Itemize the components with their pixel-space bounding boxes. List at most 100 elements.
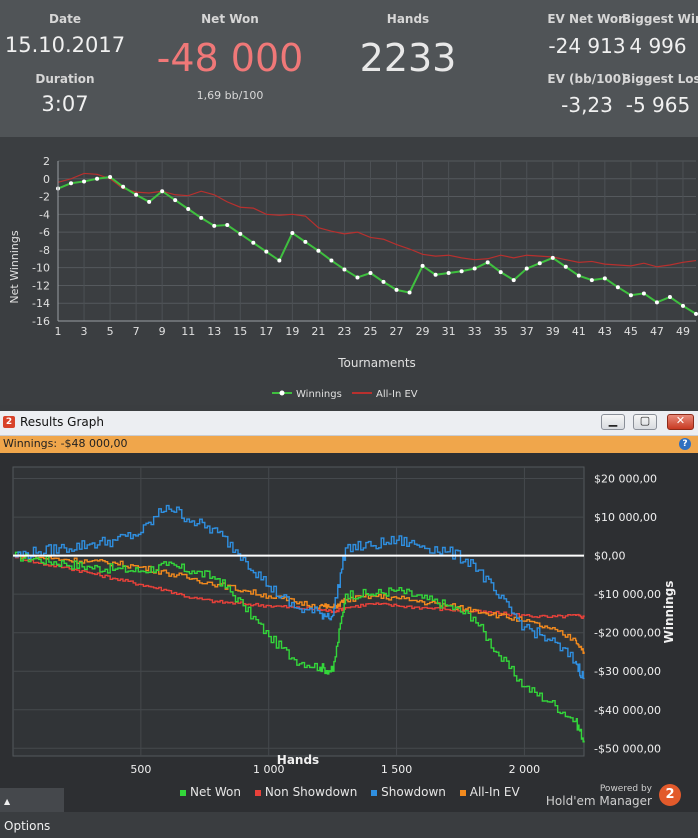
chart1-ylabel: Net Winnings: [8, 230, 21, 303]
chart1-point: [550, 255, 555, 260]
chart1-xtick: 9: [159, 325, 166, 338]
hm-logo-icon: 2: [659, 784, 681, 806]
chart2-ytick: -$20 000,00: [594, 627, 661, 640]
chart1-ytick: -14: [32, 297, 50, 310]
ev-bb100-label: EV (bb/100): [547, 72, 627, 86]
chart2-ylabel: Winnings: [662, 581, 676, 644]
chart1-xlabel: Tournaments: [337, 356, 416, 370]
chart1-xtick: 3: [81, 325, 88, 338]
chart1-point: [368, 271, 373, 275]
chart1-point: [251, 240, 256, 245]
powered-by: Powered by Hold'em Manager: [546, 784, 652, 808]
results-graph-titlebar[interactable]: 2 Results Graph ▁ ▢ ✕: [0, 411, 698, 436]
chart1-xtick: 25: [363, 325, 377, 338]
chart1-xtick: 31: [442, 325, 456, 338]
chart1-point: [316, 248, 321, 253]
chart1-xtick: 27: [390, 325, 404, 338]
chart2-xlabel: Hands: [277, 753, 319, 767]
chart1-point: [537, 261, 542, 266]
chart1-point: [303, 239, 308, 244]
chart1-point: [485, 260, 490, 265]
chart1-ytick: 2: [43, 155, 50, 168]
chart1-point: [160, 189, 165, 194]
legend-showdown[interactable]: Showdown: [381, 785, 446, 799]
net-won-value: -48 000: [156, 36, 304, 80]
chart1-point: [238, 231, 243, 236]
chart2-xtick: 500: [130, 763, 151, 776]
options-button[interactable]: ▲ Options: [0, 788, 64, 833]
chart1-point: [381, 279, 386, 284]
chart1-point: [407, 290, 412, 295]
chart1-point: [576, 273, 581, 278]
chart1-point: [420, 263, 425, 268]
chart2-ytick: $10 000,00: [594, 511, 657, 524]
chart2-ytick: $20 000,00: [594, 473, 657, 486]
chart1-ytick: -8: [39, 244, 50, 257]
ev-net-won-label: EV Net Won: [547, 12, 627, 26]
chart1-point: [680, 303, 685, 308]
chart1-xtick: 1: [55, 325, 62, 338]
chart1-xtick: 11: [181, 325, 195, 338]
chart1-point: [394, 287, 399, 292]
chart1-point: [511, 278, 516, 283]
chart1-point: [329, 258, 334, 263]
legend-non-showdown[interactable]: Non Showdown: [265, 785, 358, 799]
chart1-point: [472, 266, 477, 271]
chart1-xtick: 21: [311, 325, 325, 338]
legend-net-won[interactable]: Net Won: [190, 785, 241, 799]
chart1-xtick: 35: [494, 325, 508, 338]
chart1-point: [290, 231, 295, 235]
chart1-xtick: 7: [133, 325, 140, 338]
date-label: Date: [49, 12, 81, 26]
chart1-xtick: 13: [207, 325, 221, 338]
legend-all-in-ev-2[interactable]: All-In EV: [470, 785, 520, 799]
powered-by-text: Powered by: [599, 784, 652, 794]
tournament-chart-panel: 2 0 -2 -4 -6 -8 -10 -12 -14 -16 1 3 5 7 9 11 13 15 17 19 21 2…: [0, 137, 698, 405]
hm-app-icon: 2: [3, 416, 15, 428]
chart1-point: [225, 223, 230, 227]
chart1-xtick: 5: [107, 325, 114, 338]
results-graph-window: 2 Results Graph ▁ ▢ ✕ Winnings: -$48 000…: [0, 411, 698, 833]
chart2-ytick: $0,00: [594, 550, 626, 563]
minimize-button[interactable]: ▁: [601, 414, 625, 430]
duration-label: Duration: [35, 72, 95, 86]
all-in-ev-swatch: [459, 790, 466, 796]
chart1-xtick: 47: [650, 325, 664, 338]
chart1-point: [173, 198, 178, 203]
tournament-chart: 20-2-4-6-8-10-12-14-161 3 5 7 9 11 13 15 17 19 21 2…: [8, 155, 698, 400]
chart1-ytick: -4: [39, 208, 50, 221]
chart1-point: [667, 295, 672, 299]
chart1-point: [186, 207, 191, 211]
ev-bb100-value: -3,23: [561, 93, 613, 117]
chart1-xtick: 19: [285, 325, 299, 338]
chart1-point: [108, 175, 113, 179]
brand-name: Hold'em Manager: [545, 794, 652, 808]
net-won-bb100: 1,69 bb/100: [196, 89, 264, 102]
chart1-xtick: 49: [676, 325, 690, 338]
chart1-point: [95, 176, 100, 181]
chart1-ytick: 0: [43, 173, 50, 186]
minimize-icon: ▁: [608, 414, 618, 427]
chart1-point: [641, 291, 646, 296]
chart1-point: [342, 267, 347, 272]
help-icon[interactable]: ?: [679, 438, 691, 450]
winnings-summary-bar: Winnings: -$48 000,00 ?: [0, 436, 698, 453]
chart1-ytick: -12: [32, 279, 50, 292]
close-button[interactable]: ✕: [667, 414, 694, 430]
chart1-xtick: 23: [337, 325, 351, 338]
maximize-button[interactable]: ▢: [633, 414, 657, 430]
chart1-point: [433, 272, 438, 277]
chart1-point: [134, 192, 139, 197]
chart1-xtick: 45: [624, 325, 638, 338]
showdown-swatch: [371, 790, 378, 796]
chart1-xtick: 43: [598, 325, 612, 338]
options-label: Options: [4, 819, 51, 833]
chart1-point: [355, 275, 360, 280]
chart2-ytick: -$40 000,00: [594, 704, 661, 717]
legend-winnings: Winnings: [296, 389, 342, 400]
chart1-xtick: 29: [416, 325, 430, 338]
date-value: 15.10.2017: [4, 33, 126, 57]
chart2-ytick: -$30 000,00: [594, 665, 661, 678]
results-graph: $20 000,00 $10 000,00 $0,00 -$10 000,00 -$20…: [12, 466, 676, 776]
chart1-point: [694, 311, 698, 316]
